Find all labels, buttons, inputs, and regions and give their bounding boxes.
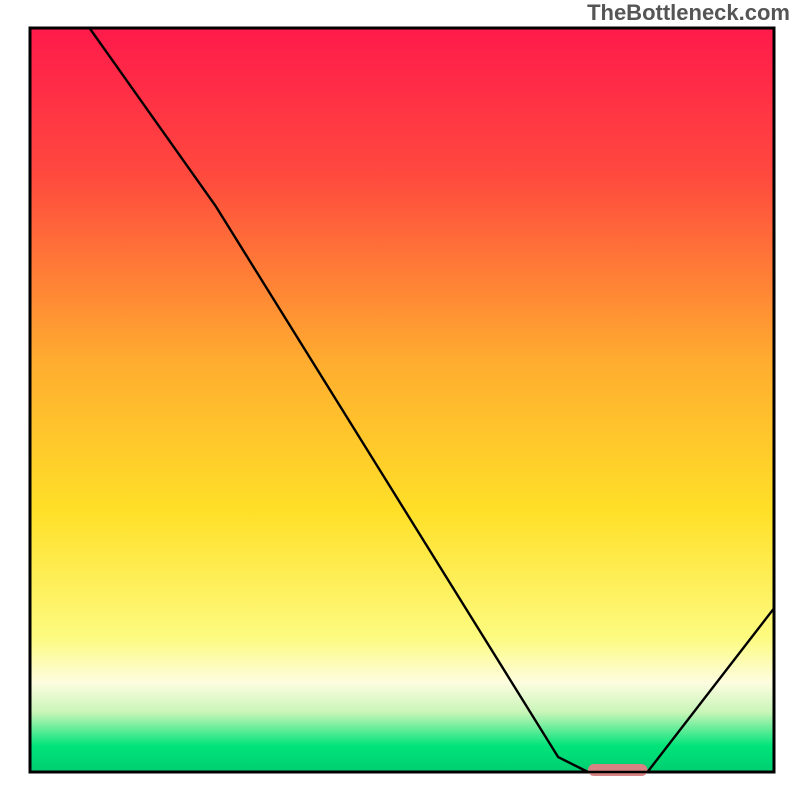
optimal-marker bbox=[588, 764, 648, 776]
watermark-label: TheBottleneck.com bbox=[587, 0, 790, 26]
bottleneck-chart bbox=[0, 0, 800, 800]
plot-background bbox=[30, 28, 774, 772]
chart-container: TheBottleneck.com bbox=[0, 0, 800, 800]
